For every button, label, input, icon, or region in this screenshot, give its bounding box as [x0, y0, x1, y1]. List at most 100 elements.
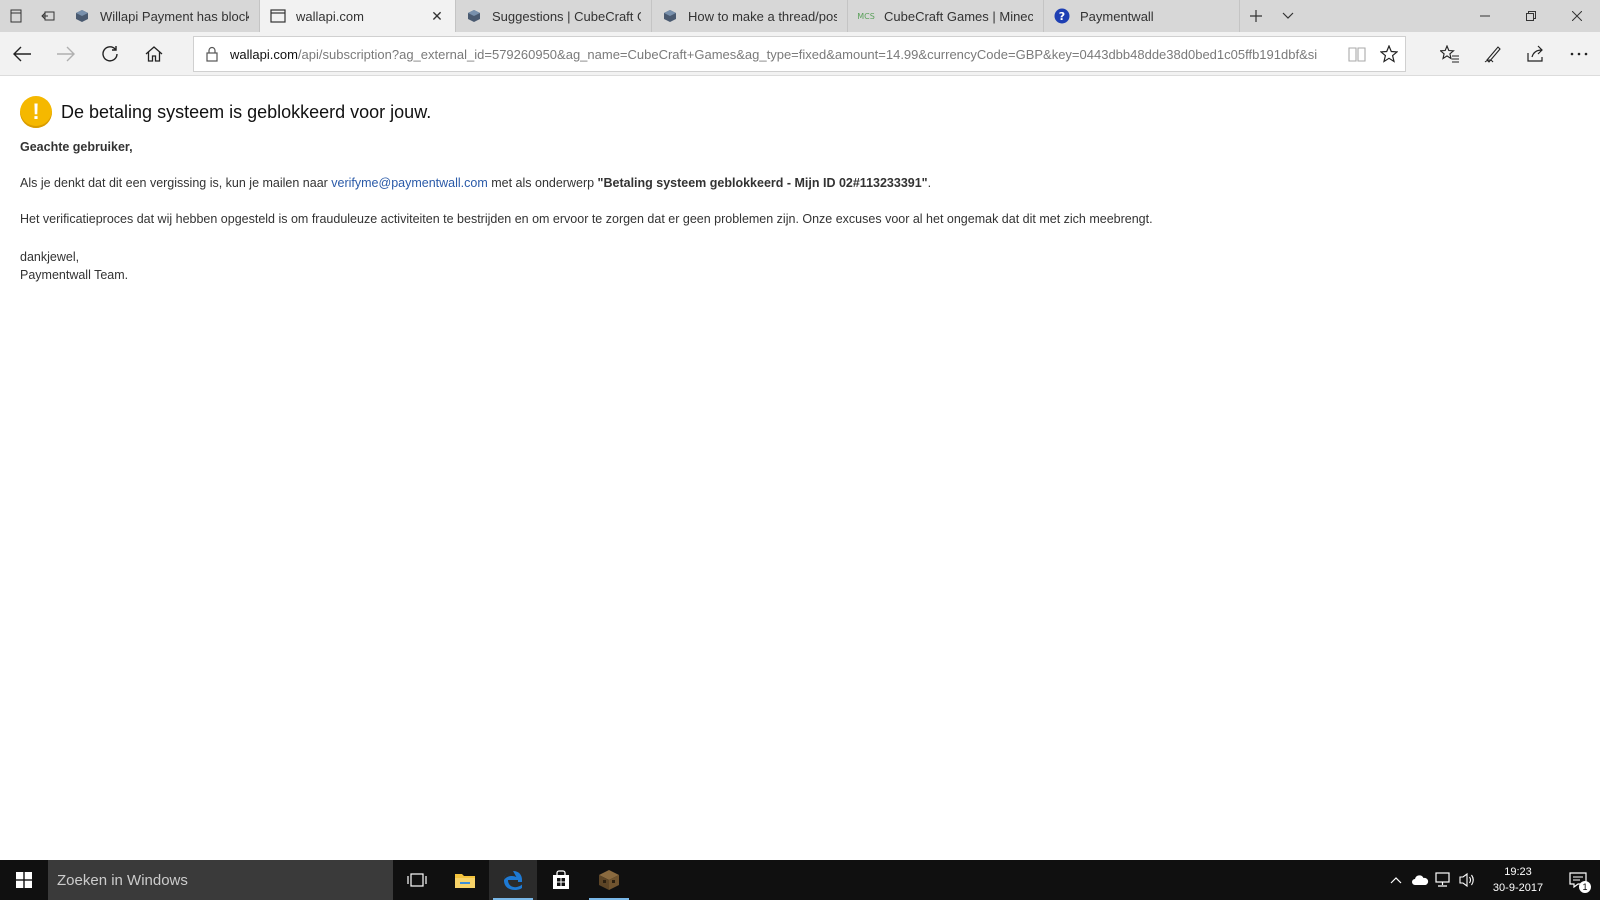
volume-button[interactable] [1456, 860, 1480, 900]
taskbar-search[interactable]: Zoeken in Windows [48, 860, 393, 900]
navigation-bar: wallapi.com/api/subscription?ag_external… [0, 32, 1600, 76]
onedrive-button[interactable] [1408, 860, 1432, 900]
task-view-button[interactable] [393, 860, 441, 900]
web-note-button[interactable] [1471, 32, 1514, 76]
tab-title: How to make a thread/post [688, 8, 837, 24]
minecraft-block-icon [599, 870, 619, 890]
cloud-icon [1412, 875, 1429, 885]
search-placeholder: Zoeken in Windows [57, 871, 188, 889]
url-host: wallapi.com [230, 46, 298, 62]
tab-title: Willapi Payment has blocked [100, 8, 249, 24]
back-arrow-icon [13, 46, 31, 61]
ellipsis-icon [1570, 52, 1587, 56]
taskbar: Zoeken in Windows 19:23 30-9-2017 1 [0, 860, 1600, 900]
tab-how-to[interactable]: How to make a thread/post [652, 0, 848, 32]
task-view-icon [407, 873, 427, 887]
store-button[interactable] [537, 860, 585, 900]
tab-title: Paymentwall [1080, 8, 1154, 24]
set-aside-tabs-button[interactable] [32, 0, 64, 32]
window-controls [1462, 0, 1600, 32]
favorites-hub-button[interactable] [1428, 32, 1471, 76]
email-subject: "Betaling systeem geblokkeerd - Mijn ID … [597, 176, 928, 190]
address-bar[interactable]: wallapi.com/api/subscription?ag_external… [193, 36, 1406, 72]
restore-button[interactable] [1508, 0, 1554, 32]
system-tray: 19:23 30-9-2017 1 [1384, 860, 1600, 900]
minimize-button[interactable] [1462, 0, 1508, 32]
page-title: De betaling systeem is geblokkeerd voor … [61, 101, 432, 122]
store-bag-icon [553, 870, 569, 889]
minecraft-button[interactable] [585, 860, 633, 900]
chevron-down-icon [1282, 12, 1294, 19]
svg-text:?: ? [1059, 10, 1065, 23]
star-icon [1380, 45, 1398, 63]
url-text[interactable]: wallapi.com/api/subscription?ag_external… [230, 47, 1341, 62]
cube-icon [466, 8, 482, 24]
windows-logo-icon [16, 872, 32, 888]
para-text: . [927, 176, 932, 190]
edge-icon [504, 871, 522, 890]
action-center-button[interactable]: 1 [1556, 860, 1600, 900]
tab-wallapi[interactable]: wallapi.com ✕ [260, 0, 456, 32]
lock-icon[interactable] [194, 46, 230, 62]
cube-icon [74, 8, 90, 24]
network-icon [1435, 872, 1450, 887]
tab-cubecraft-games[interactable]: MCS CubeCraft Games | Minecra [848, 0, 1044, 32]
clock-date: 30-9-2017 [1492, 882, 1544, 894]
page-icon [270, 8, 286, 24]
tab-title: CubeCraft Games | Minecra [884, 8, 1033, 24]
set-aside-icon [41, 11, 55, 21]
tabs-aside-icon [10, 9, 22, 23]
tab-list-button[interactable] [1272, 0, 1304, 32]
network-button[interactable] [1432, 860, 1456, 900]
more-button[interactable] [1557, 32, 1600, 76]
share-icon [1526, 45, 1543, 62]
url-path: /api/subscription?ag_external_id=5792609… [297, 46, 1318, 62]
help-icon: ? [1054, 8, 1070, 24]
edge-button[interactable] [489, 860, 537, 900]
page-content: ! De betaling systeem is geblokkeerd voo… [20, 96, 1580, 284]
refresh-button[interactable] [88, 32, 132, 76]
contact-paragraph: Als je denkt dat dit een vergissing is, … [20, 176, 1580, 190]
tab-paymentwall[interactable]: ? Paymentwall [1044, 0, 1240, 32]
mcs-icon: MCS [857, 11, 875, 21]
tab-title: Suggestions | CubeCraft Ga [492, 8, 641, 24]
warning-icon: ! [20, 96, 52, 128]
back-button[interactable] [0, 32, 44, 76]
tab-preview-button[interactable] [0, 0, 32, 32]
clock-time: 19:23 [1504, 866, 1532, 878]
tab-strip: Willapi Payment has blocked wallapi.com … [0, 0, 1600, 32]
close-tab-icon[interactable]: ✕ [429, 8, 445, 25]
add-favorite-button[interactable] [1373, 37, 1405, 71]
signature-line-1: dankjewel, [20, 250, 80, 264]
minimize-icon [1480, 15, 1490, 17]
para-text: met als onderwerp [487, 176, 598, 190]
close-icon [1572, 11, 1582, 21]
favorites-list-icon [1439, 45, 1459, 63]
email-link[interactable]: verifyme@paymentwall.com [331, 176, 487, 190]
signature: dankjewel, Paymentwall Team. [20, 248, 1580, 284]
tab-title: wallapi.com [296, 8, 364, 24]
page-heading: ! De betaling systeem is geblokkeerd voo… [20, 96, 1580, 128]
folder-icon [455, 874, 475, 888]
speaker-icon [1459, 872, 1474, 888]
tab-willapi[interactable]: Willapi Payment has blocked [64, 0, 260, 32]
chevron-up-icon [1390, 877, 1402, 884]
signature-line-2: Paymentwall Team. [20, 268, 129, 282]
refresh-icon [102, 45, 118, 62]
start-button[interactable] [0, 860, 48, 900]
greeting: Geachte gebruiker, [20, 140, 133, 154]
home-icon [145, 45, 163, 62]
tab-suggestions[interactable]: Suggestions | CubeCraft Ga [456, 0, 652, 32]
close-window-button[interactable] [1554, 0, 1600, 32]
toolbar-right [1428, 32, 1600, 76]
home-button[interactable] [132, 32, 176, 76]
share-button[interactable] [1514, 32, 1557, 76]
forward-arrow-icon [57, 46, 75, 61]
clock[interactable]: 19:23 30-9-2017 [1480, 864, 1556, 896]
file-explorer-button[interactable] [441, 860, 489, 900]
show-hidden-icons-button[interactable] [1384, 860, 1408, 900]
notification-badge: 1 [1579, 881, 1591, 893]
forward-button[interactable] [44, 32, 88, 76]
new-tab-button[interactable] [1240, 0, 1272, 32]
reading-view-button[interactable] [1341, 37, 1373, 71]
